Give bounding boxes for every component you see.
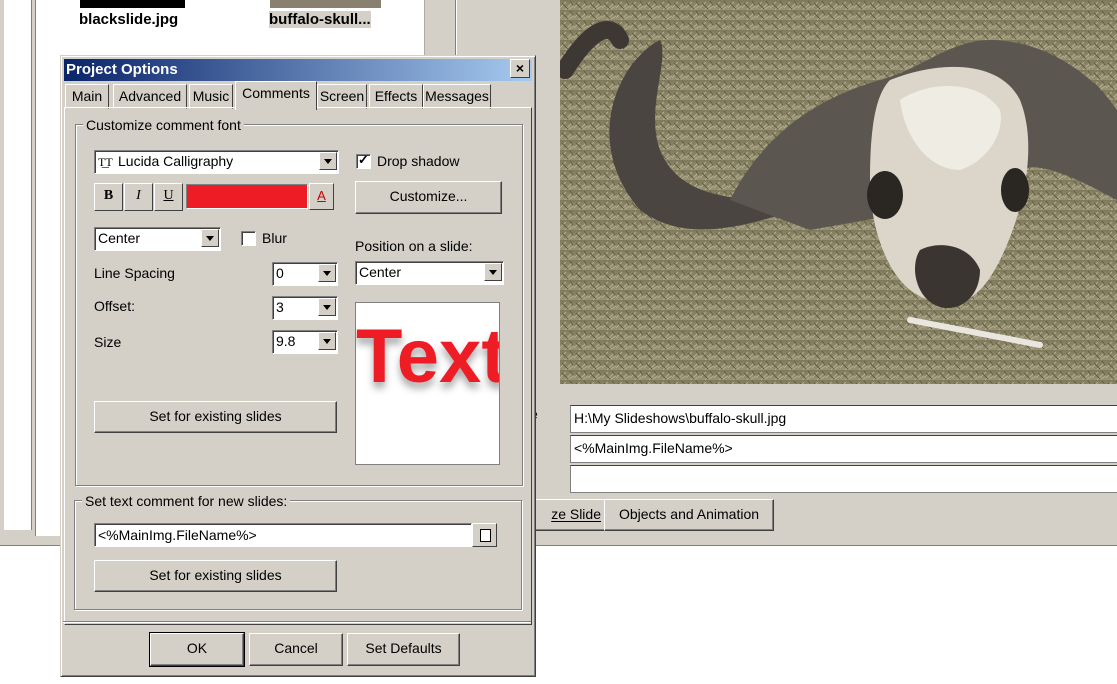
preview-text: Text [356,314,500,399]
insert-macro-button[interactable] [472,523,497,547]
chevron-down-icon[interactable] [319,152,337,170]
set-defaults-button[interactable]: Set Defaults [347,633,460,666]
comment-field[interactable]: <%MainImg.FileName%> [570,435,1117,463]
dialog-title: Project Options [64,59,532,81]
comment-group-title: Set text comment for new slides: [82,493,291,509]
size-label: Size [94,334,122,350]
tab-advanced[interactable]: Advanced [113,84,187,109]
footer-separator [63,621,531,623]
tab-music[interactable]: Music [189,84,233,109]
thumbnail-buffalo-skull[interactable] [270,0,381,8]
underline-button[interactable]: U [154,183,183,211]
tab-effects[interactable]: Effects [369,84,423,109]
chevron-down-icon[interactable] [318,332,336,350]
set-existing-font-button[interactable]: Set for existing slides [94,401,337,433]
thumbnail-label: buffalo-skull... [269,11,371,28]
tab-comments[interactable]: Comments [235,81,317,110]
ok-button[interactable]: OK [149,632,245,667]
tab-main[interactable]: Main [65,84,109,109]
font-group-title: Customize comment font [83,117,244,133]
thumbnail-label: blackslide.jpg [79,11,179,28]
font-color-button[interactable]: A [309,183,334,210]
tab-screen[interactable]: Screen [317,84,367,109]
tab-messages[interactable]: Messages [423,84,491,109]
chevron-down-icon[interactable] [484,263,502,281]
thumbnail-blackslide[interactable] [80,0,185,8]
line-spacing-label: Line Spacing [94,265,175,281]
offset-label: Offset: [94,298,135,314]
blur-checkbox[interactable] [241,231,256,246]
set-existing-comment-button[interactable]: Set for existing slides [94,560,337,592]
close-button[interactable]: × [510,59,530,78]
blur-label: Blur [262,230,287,246]
objects-animation-button[interactable]: Objects and Animation [604,499,774,531]
position-label: Position on a slide: [355,238,473,254]
extra-field[interactable] [570,465,1117,493]
chevron-down-icon[interactable] [318,264,336,282]
comment-group [74,500,522,610]
alignment-select[interactable]: Center [94,227,221,251]
comment-text-input[interactable]: <%MainImg.FileName%> [94,523,472,547]
italic-button[interactable]: I [124,183,153,211]
position-select[interactable]: Center [355,261,504,285]
bold-button[interactable]: B [94,183,123,211]
font-preview: Text [355,302,500,465]
chevron-down-icon[interactable] [201,229,219,247]
customize-button[interactable]: Customize... [355,181,502,214]
left-frame-inner [4,0,32,530]
truetype-font-icon: T͟T [98,155,113,169]
chevron-down-icon[interactable] [318,298,336,316]
slide-preview-image [560,0,1117,384]
size-select[interactable]: 9.8 [272,330,338,354]
font-color-swatch[interactable] [186,184,308,209]
cancel-button[interactable]: Cancel [249,633,343,666]
check-icon: ✓ [358,152,369,167]
drop-shadow-checkbox[interactable]: ✓ [356,152,371,169]
drop-shadow-label: Drop shadow [377,153,460,169]
line-spacing-select[interactable]: 0 [272,262,338,286]
file-path-field[interactable]: H:\My Slideshows\buffalo-skull.jpg [570,405,1117,433]
font-select[interactable]: T͟T Lucida Calligraphy [94,150,339,174]
offset-select[interactable]: 3 [272,296,338,320]
